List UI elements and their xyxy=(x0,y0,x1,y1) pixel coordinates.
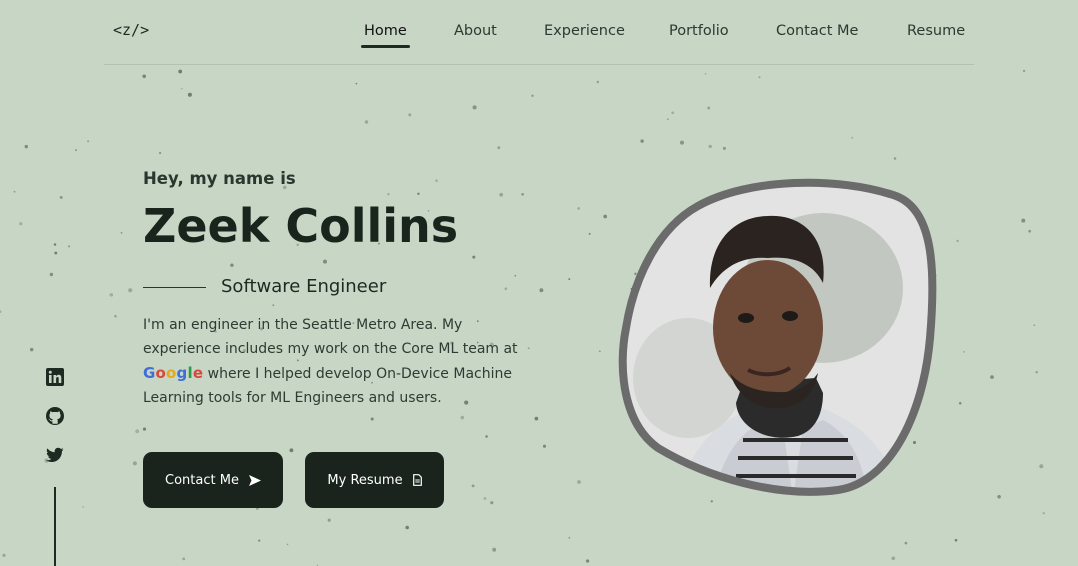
nav-resume[interactable]: Resume xyxy=(907,23,965,39)
hero-bio: I'm an engineer in the Seattle Metro Are… xyxy=(143,313,535,410)
my-resume-button[interactable]: My Resume xyxy=(305,452,444,508)
role-divider xyxy=(143,287,206,288)
contact-me-button[interactable]: Contact Me xyxy=(143,452,283,508)
hero-greeting: Hey, my name is xyxy=(143,169,296,188)
nav-contact[interactable]: Contact Me xyxy=(776,23,858,39)
hero-name: Zeek Collins xyxy=(143,199,459,253)
twitter-icon[interactable] xyxy=(46,446,64,464)
hero-role: Software Engineer xyxy=(221,276,387,297)
main-nav: Home About Experience Portfolio Contact … xyxy=(330,23,980,53)
contact-me-label: Contact Me xyxy=(165,472,239,488)
bio-text-1: I'm an engineer in the Seattle Metro Are… xyxy=(143,317,518,357)
social-vertical-line xyxy=(54,487,56,566)
header-divider xyxy=(104,64,974,65)
site-logo[interactable]: <z/> xyxy=(113,21,149,39)
linkedin-icon[interactable] xyxy=(46,368,64,386)
google-logo: Google xyxy=(143,364,204,382)
github-icon[interactable] xyxy=(46,407,64,425)
nav-experience[interactable]: Experience xyxy=(544,23,625,39)
profile-portrait xyxy=(618,178,937,496)
my-resume-label: My Resume xyxy=(327,472,403,488)
nav-home[interactable]: Home xyxy=(361,23,410,48)
nav-about[interactable]: About xyxy=(454,23,497,39)
nav-portfolio[interactable]: Portfolio xyxy=(669,23,729,39)
send-icon xyxy=(248,474,261,486)
document-icon xyxy=(412,474,422,486)
